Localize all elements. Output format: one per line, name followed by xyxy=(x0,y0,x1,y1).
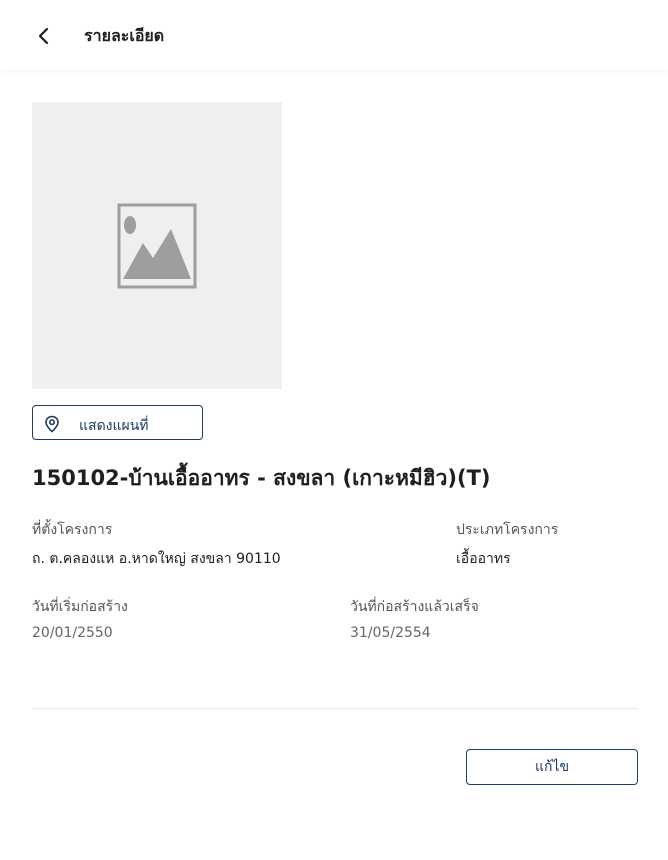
end-date-label: วันที่ก่อสร้างแล้วเสร็จ xyxy=(350,599,479,615)
top-bar: รายละเอียด xyxy=(0,0,668,70)
project-type-label: ประเภทโครงการ xyxy=(456,522,559,538)
back-button[interactable] xyxy=(30,22,58,50)
divider xyxy=(32,708,638,709)
project-image xyxy=(32,102,282,389)
show-map-button[interactable]: แสดงแผนที่ xyxy=(32,405,203,440)
project-title: 150102-บ้านเอื้ออาทร - สงขลา (เกาะหมีฮิว… xyxy=(32,466,491,490)
start-date-value: 20/01/2550 xyxy=(32,625,113,641)
show-map-label: แสดงแผนที่ xyxy=(79,418,149,434)
edit-button[interactable]: แก้ไข xyxy=(466,749,638,785)
location-label: ที่ตั้งโครงการ xyxy=(32,522,113,538)
location-value: ถ. ต.คลองแห อ.หาดใหญ่ สงขลา 90110 xyxy=(32,551,281,567)
start-date-label: วันที่เริ่มก่อสร้าง xyxy=(32,599,128,615)
page-title: รายละเอียด xyxy=(84,26,165,45)
end-date-value: 31/05/2554 xyxy=(350,625,431,641)
map-pin-icon xyxy=(45,415,59,433)
chevron-left-icon xyxy=(38,27,49,45)
image-placeholder-icon xyxy=(117,203,197,289)
project-type-value: เอื้ออาทร xyxy=(456,551,511,567)
